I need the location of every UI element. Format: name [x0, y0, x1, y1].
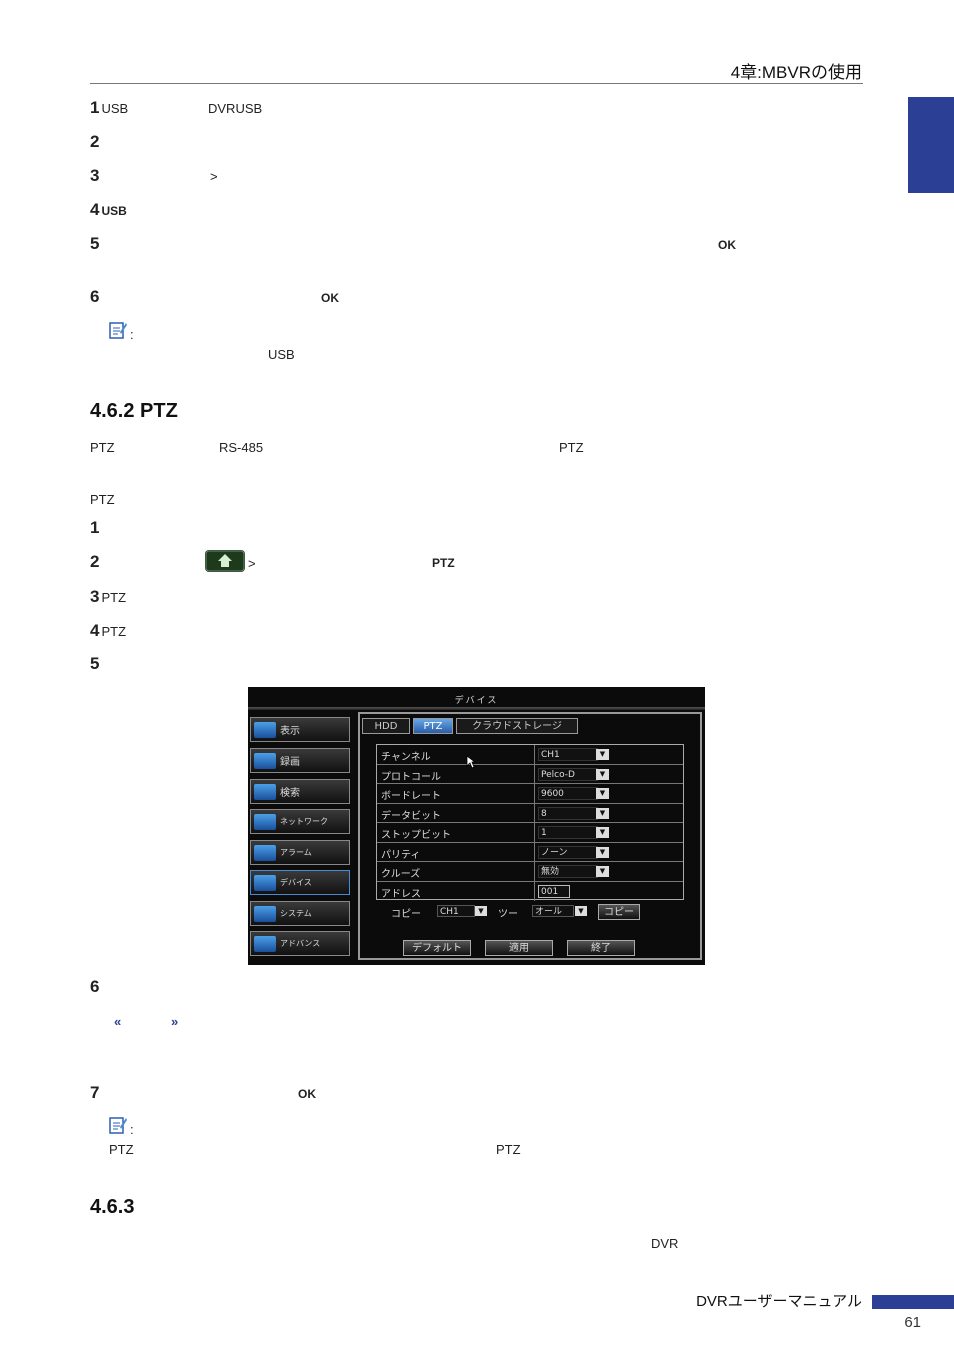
copy-button[interactable]: コピー	[598, 904, 640, 920]
chevron-down-icon[interactable]: ▼	[596, 807, 609, 819]
note2-text-b: PTZ	[496, 1142, 521, 1157]
chevron-down-icon[interactable]: ▼	[596, 768, 609, 780]
menu-advanced[interactable]: アドバンス	[250, 931, 350, 956]
ptz-step-5: 5	[90, 654, 100, 673]
ptz-step-1: 1	[90, 518, 100, 537]
baudrate-select[interactable]: 9600	[538, 787, 598, 800]
tab-ptz[interactable]: PTZ	[413, 718, 453, 734]
chevron-down-icon[interactable]: ▼	[596, 749, 609, 760]
step-3: 3	[90, 166, 100, 185]
step-2: 2	[90, 132, 100, 151]
tab-hdd[interactable]: HDD	[362, 718, 410, 734]
step-6: 6	[90, 287, 100, 306]
gear-icon	[254, 905, 276, 922]
chapter-title: 4章:MBVRの使用	[730, 63, 862, 82]
cruise-select[interactable]: 無効	[538, 865, 598, 878]
channel-select[interactable]: CH1	[538, 748, 598, 761]
note2-text-a: PTZ	[109, 1142, 134, 1157]
protocol-select[interactable]: Pelco-D	[538, 767, 598, 781]
row-baudrate: ボードレート 9600 ▼	[377, 784, 683, 804]
note-colon: :	[130, 327, 134, 342]
apply-button[interactable]: 適用	[485, 940, 553, 956]
ptz-step-7: 7	[90, 1083, 100, 1102]
menu-record[interactable]: 録画	[250, 748, 350, 773]
ptz-step-4: 4 PTZ	[90, 621, 127, 640]
row-address: アドレス 001	[377, 881, 683, 902]
menu-search[interactable]: 検索	[250, 779, 350, 804]
row-stopbit: ストップビット 1 ▼	[377, 823, 683, 843]
copy-from-select[interactable]: CH1	[437, 905, 475, 917]
step-1: 1 USB	[90, 98, 129, 117]
ptz-step-2-sep: >	[248, 556, 256, 571]
ptz-settings-grid: チャンネル CH1 ▼ プロトコール Pelco-D ▼ ボードレート 9600 ▼ データ…	[376, 744, 684, 902]
device-icon	[254, 874, 276, 891]
ptz-para-2: PTZ	[90, 492, 115, 507]
mouse-cursor-icon	[466, 755, 476, 769]
step-5-ok: OK	[718, 238, 736, 252]
step-3-sep: >	[210, 169, 218, 184]
ptz-step-7-ok: OK	[298, 1087, 316, 1101]
section-463-text: DVR	[651, 1236, 679, 1251]
default-button[interactable]: デフォルト	[403, 940, 471, 956]
step-6-ok: OK	[321, 291, 339, 305]
menu-system[interactable]: システム	[250, 901, 350, 926]
exit-button[interactable]: 終了	[567, 940, 635, 956]
page-number: 61	[904, 1314, 921, 1331]
row-protocol: プロトコール Pelco-D ▼	[377, 764, 683, 784]
chevron-down-icon[interactable]: ▼	[596, 827, 609, 838]
quote-open: «	[114, 1014, 122, 1029]
section-heading-463: 4.6.3	[90, 1196, 135, 1218]
network-icon	[254, 813, 276, 830]
ptz-para-1a: PTZ	[90, 440, 115, 455]
row-channel: チャンネル CH1 ▼	[377, 745, 683, 765]
ptz-step-2: 2	[90, 552, 100, 571]
chevron-down-icon[interactable]: ▼	[596, 788, 609, 799]
footer-bar	[872, 1295, 954, 1309]
ptz-para-1c: PTZ	[559, 440, 584, 455]
address-input[interactable]: 001	[538, 884, 570, 898]
tab-cloud-storage[interactable]: クラウドストレージ	[456, 718, 578, 734]
quote-close: »	[171, 1014, 179, 1029]
chapter-side-tab	[908, 97, 954, 193]
menu-network[interactable]: ネットワーク	[250, 809, 350, 834]
header-rule	[90, 83, 863, 84]
chevron-down-icon[interactable]: ▼	[596, 846, 609, 858]
home-button-icon	[205, 550, 245, 572]
ptz-para-1b: RS-485	[219, 440, 264, 455]
ptz-step-6: 6	[90, 977, 100, 996]
copy-to-label: ツー	[498, 909, 518, 920]
row-parity: パリティ ノーン ▼	[377, 842, 683, 862]
note-icon	[109, 1117, 127, 1134]
note-text: USB	[268, 347, 295, 362]
search-icon	[254, 783, 276, 800]
step-1-text: DVRUSB	[208, 101, 263, 116]
row-databit: データビット 8 ▼	[377, 803, 683, 823]
copy-label: コピー	[391, 909, 421, 920]
dvr-device-screenshot: デバイス 表示 録画 検索 ネットワーク アラーム デバイス システム アドバン…	[248, 687, 705, 965]
display-icon	[254, 721, 276, 738]
chevron-down-icon[interactable]: ▼	[575, 906, 587, 916]
menu-device[interactable]: デバイス	[250, 870, 350, 895]
stopbit-select[interactable]: 1	[538, 826, 598, 839]
step-4: 4 USB	[90, 200, 127, 219]
chevron-down-icon[interactable]: ▼	[596, 866, 609, 877]
wrench-icon	[254, 935, 276, 952]
footer-title: DVRユーザーマニュアル	[696, 1293, 862, 1310]
copy-to-select[interactable]: オール	[532, 905, 574, 917]
ptz-step-3: 3 PTZ	[90, 587, 127, 606]
databit-select[interactable]: 8	[538, 806, 598, 820]
menu-display[interactable]: 表示	[250, 717, 350, 742]
alarm-icon	[254, 844, 276, 861]
note2-colon: :	[130, 1122, 134, 1137]
step-5: 5	[90, 234, 100, 253]
dvr-screen-title: デバイス	[454, 696, 499, 706]
chevron-down-icon[interactable]: ▼	[475, 906, 487, 916]
section-heading-ptz: 4.6.2 PTZ	[90, 400, 178, 422]
ptz-step-2-bold: PTZ	[432, 556, 455, 570]
note-icon	[109, 322, 127, 339]
parity-select[interactable]: ノーン	[538, 845, 598, 859]
record-icon	[254, 752, 276, 769]
menu-alarm[interactable]: アラーム	[250, 840, 350, 865]
row-cruise: クルーズ 無効 ▼	[377, 862, 683, 882]
